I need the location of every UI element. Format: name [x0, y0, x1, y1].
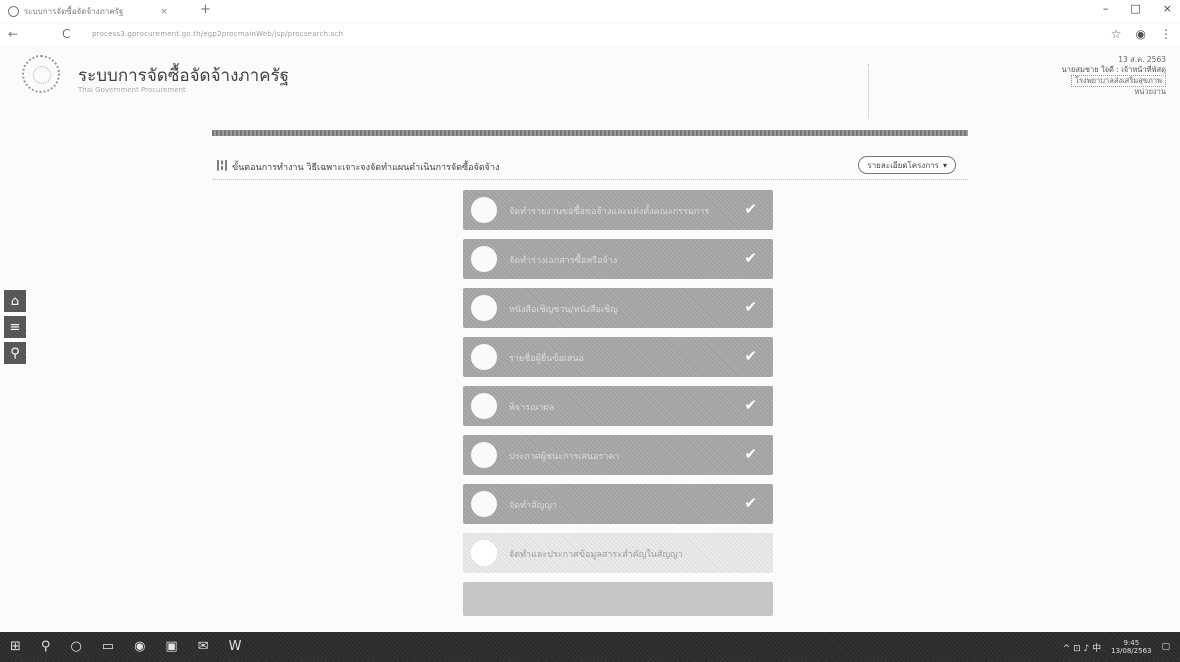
project-details-label: รายละเอียดโครงการ — [867, 160, 939, 170]
site-title: ระบบการจัดซื้อจัดจ้างภาครัฐ — [78, 66, 290, 86]
step-label: รายชื่อผู้ยื่นข้อเสนอ — [509, 354, 585, 364]
project-details-button[interactable]: รายละเอียดโครงการ ▾ — [858, 156, 956, 174]
header-divider — [868, 64, 870, 118]
step-list: จัดทำรายงานขอซื้อขอจ้างและแต่งตั้งคณะกรร… — [463, 190, 773, 625]
content-divider — [212, 130, 968, 136]
new-tab-button[interactable]: + — [200, 2, 211, 17]
window-controls: – □ × — [1103, 2, 1172, 15]
clock[interactable]: 9:45 13/08/2563 — [1111, 639, 1151, 655]
user-org[interactable]: โรงพยาบาลส่งเสริมสุขภาพ — [1071, 75, 1166, 87]
step-item[interactable]: ประกาศผู้ชนะการเสนอราคา ✔ — [463, 435, 773, 475]
current-date: 13 ส.ค. 2563 — [1118, 55, 1166, 64]
user-name: นายสมชาย ใจดี : เจ้าหน้าที่พัสดุ — [1061, 65, 1166, 74]
step-circle-icon — [471, 344, 497, 370]
tab-title: ระบบการจัดซื้อจัดจ้างภาครัฐ — [24, 7, 124, 16]
reload-button[interactable]: C — [62, 27, 70, 41]
windows-taskbar: ⊞ ⚲ ○ ▭ ◉ ▣ ✉ W ^ ⊡ ♪ 中 9:45 13/08/2563 … — [0, 632, 1180, 662]
user-extra: หน่วยงาน — [1134, 87, 1166, 96]
section-icon: |¦| — [216, 158, 229, 171]
check-icon: ✔ — [744, 200, 757, 218]
step-circle-icon — [471, 442, 497, 468]
step-circle-icon — [471, 246, 497, 272]
star-icon[interactable]: ☆ — [1111, 27, 1122, 41]
step-label: จัดทำร่างเอกสารซื้อหรือจ้าง — [509, 256, 618, 266]
step-circle-icon — [471, 491, 497, 517]
step-item[interactable]: พิจารณาผล ✔ — [463, 386, 773, 426]
check-icon: ✔ — [744, 347, 757, 365]
step-item[interactable]: จัดทำร่างเอกสารซื้อหรือจ้าง ✔ — [463, 239, 773, 279]
step-circle-icon — [471, 197, 497, 223]
browser-menu-icon[interactable]: ⋮ — [1160, 27, 1172, 41]
task-view-icon[interactable]: ▭ — [102, 639, 114, 654]
step-circle-icon — [471, 540, 497, 566]
site-subtitle: Thai Government Procurement — [78, 86, 186, 94]
check-icon: ✔ — [744, 445, 757, 463]
browser-tab[interactable]: ระบบการจัดซื้อจัดจ้างภาครัฐ × — [8, 3, 168, 20]
check-icon: ✔ — [744, 494, 757, 512]
start-icon[interactable]: ⊞ — [10, 639, 21, 654]
clock-time: 9:45 — [1123, 639, 1140, 647]
step-label: พิจารณาผล — [509, 403, 555, 413]
step-label: ประกาศผู้ชนะการเสนอราคา — [509, 452, 620, 462]
profile-icon[interactable]: ◉ — [1136, 27, 1146, 41]
notification-icon[interactable]: ▢ — [1161, 642, 1170, 652]
section-header: |¦| ขั้นตอนการทำงาน วิธีเฉพาะเจาะจงจัดทำ… — [212, 153, 968, 180]
step-item-placeholder — [463, 582, 773, 616]
address-bar-row: ← C process3.gprocurement.go.th/egp2proc… — [0, 24, 1180, 46]
chrome-icon[interactable]: ◉ — [134, 639, 145, 654]
step-label: จัดทำสัญญา — [509, 501, 557, 511]
section-title: ขั้นตอนการทำงาน วิธีเฉพาะเจาะจงจัดทำแผนด… — [232, 163, 500, 173]
back-button[interactable]: ← — [8, 27, 18, 41]
system-tray-icons[interactable]: ^ ⊡ ♪ 中 — [1063, 641, 1101, 654]
browser-tab-bar: ระบบการจัดซื้อจัดจ้างภาครัฐ × + – □ × — [0, 0, 1180, 22]
search-taskbar-icon[interactable]: ⚲ — [41, 639, 51, 654]
menu-icon[interactable]: ≡ — [4, 316, 26, 338]
check-icon: ✔ — [744, 396, 757, 414]
search-icon[interactable]: ⚲ — [4, 342, 26, 364]
site-logo — [22, 55, 60, 93]
chevron-down-icon: ▾ — [942, 160, 947, 170]
step-circle-icon — [471, 295, 497, 321]
mail-icon[interactable]: ✉ — [198, 639, 209, 654]
app-icon[interactable]: ▣ — [165, 639, 177, 654]
clock-date: 13/08/2563 — [1111, 647, 1152, 655]
check-icon: ✔ — [744, 249, 757, 267]
tab-close-icon[interactable]: × — [160, 7, 168, 17]
side-toolbar: ⌂ ≡ ⚲ — [4, 290, 26, 368]
word-icon[interactable]: W — [229, 639, 242, 654]
user-info: 13 ส.ค. 2563 นายสมชาย ใจดี : เจ้าหน้าที่… — [1062, 55, 1166, 97]
step-label: จัดทำรายงานขอซื้อขอจ้างและแต่งตั้งคณะกรร… — [509, 207, 710, 217]
home-icon[interactable]: ⌂ — [4, 290, 26, 312]
step-circle-icon — [471, 393, 497, 419]
step-item[interactable]: รายชื่อผู้ยื่นข้อเสนอ ✔ — [463, 337, 773, 377]
favicon-icon — [8, 6, 19, 17]
url-field[interactable]: process3.gprocurement.go.th/egp2procmain… — [92, 30, 343, 38]
check-icon: ✔ — [744, 298, 757, 316]
minimize-button[interactable]: – — [1103, 2, 1109, 15]
step-item[interactable]: หนังสือเชิญชวน/หนังสือเชิญ ✔ — [463, 288, 773, 328]
step-item[interactable]: จัดทำสัญญา ✔ — [463, 484, 773, 524]
step-item[interactable]: จัดทำและประกาศข้อมูลสาระสำคัญในสัญญา — [463, 533, 773, 573]
close-window-button[interactable]: × — [1163, 2, 1172, 15]
step-label: จัดทำและประกาศข้อมูลสาระสำคัญในสัญญา — [509, 550, 683, 560]
cortana-icon[interactable]: ○ — [70, 639, 81, 654]
step-label: หนังสือเชิญชวน/หนังสือเชิญ — [509, 305, 618, 315]
step-item[interactable]: จัดทำรายงานขอซื้อขอจ้างและแต่งตั้งคณะกรร… — [463, 190, 773, 230]
maximize-button[interactable]: □ — [1130, 2, 1140, 15]
